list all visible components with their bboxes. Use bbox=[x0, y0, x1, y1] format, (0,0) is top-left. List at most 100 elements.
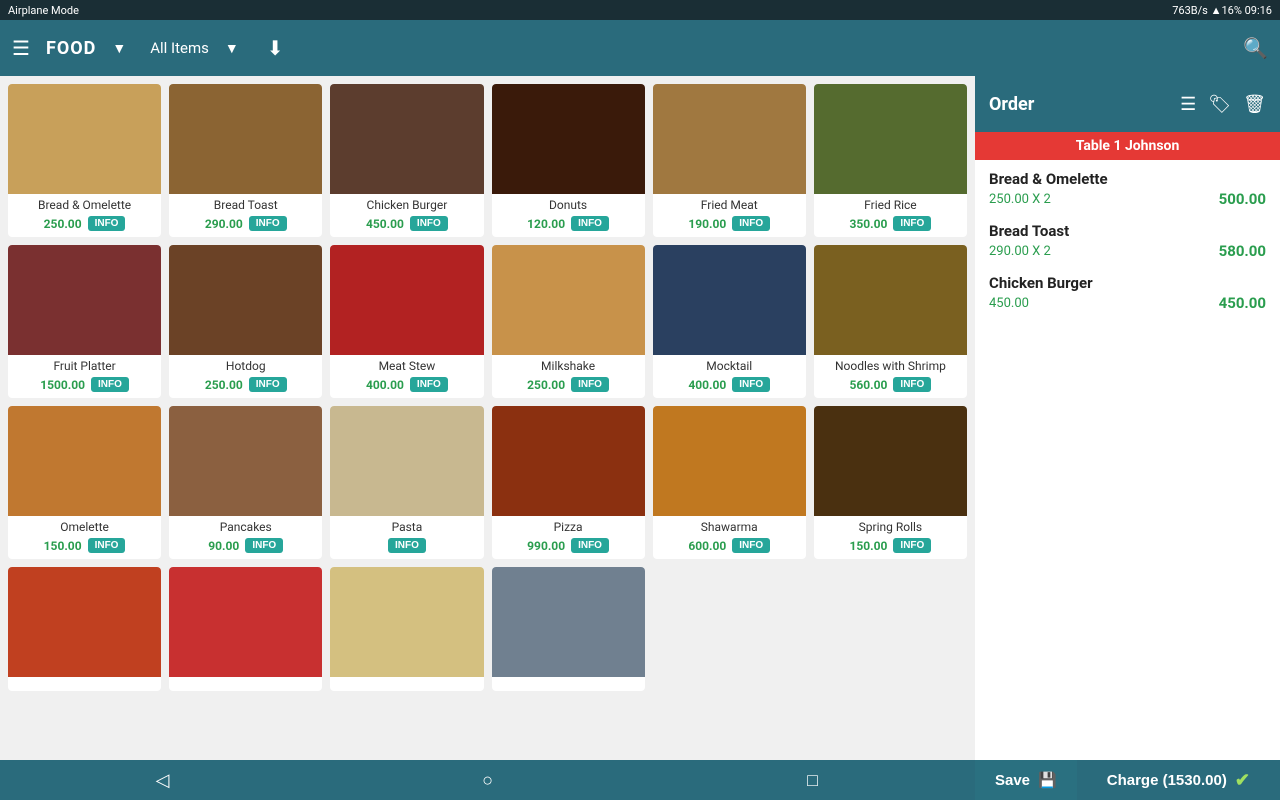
bottom-nav: ◁ ○ □ bbox=[0, 760, 975, 800]
food-name-fruit-platter: Fruit Platter bbox=[14, 359, 155, 373]
food-card-pizza[interactable]: Pizza 990.00 INFO bbox=[492, 406, 645, 559]
food-name-pizza: Pizza bbox=[498, 520, 639, 534]
info-button-milkshake[interactable]: INFO bbox=[571, 377, 609, 392]
info-button-bread-omelette[interactable]: INFO bbox=[88, 216, 126, 231]
food-name-mocktail: Mocktail bbox=[659, 359, 800, 373]
food-card-meat-stew[interactable]: Meat Stew400.00INFO bbox=[330, 245, 483, 398]
order-panel: Order ☰ 🏷 🗑 Table 1 Johnson Bread & Omel… bbox=[975, 76, 1280, 760]
food-price-omelette: 150.00 bbox=[44, 539, 82, 553]
food-card-extra-4[interactable] bbox=[492, 567, 645, 691]
info-button-pancakes[interactable]: INFO bbox=[245, 538, 283, 553]
food-card-shawarma[interactable]: Shawarma600.00INFO bbox=[653, 406, 806, 559]
order-item-name-2: Chicken Burger bbox=[989, 274, 1266, 292]
food-title: FOOD bbox=[46, 38, 96, 59]
info-button-fried-rice[interactable]: INFO bbox=[893, 216, 931, 231]
food-panel: Bread & Omelette250.00INFOBread Toast290… bbox=[0, 76, 975, 760]
info-button-bread-toast[interactable]: INFO bbox=[249, 216, 287, 231]
food-name-milkshake: Milkshake bbox=[498, 359, 639, 373]
food-card-chicken-burger[interactable]: Chicken Burger450.00INFO bbox=[330, 84, 483, 237]
order-item-0: Bread & Omelette250.00 X 2500.00 bbox=[989, 170, 1266, 208]
food-name-chicken-burger: Chicken Burger bbox=[336, 198, 477, 212]
tag-icon[interactable]: 🏷 bbox=[1208, 94, 1231, 115]
order-item-name-1: Bread Toast bbox=[989, 222, 1266, 240]
food-card-bread-omelette[interactable]: Bread & Omelette250.00INFO bbox=[8, 84, 161, 237]
info-button-mocktail[interactable]: INFO bbox=[732, 377, 770, 392]
food-name-noodles-shrimp: Noodles with Shrimp bbox=[820, 359, 961, 373]
info-button-meat-stew[interactable]: INFO bbox=[410, 377, 448, 392]
info-button-pizza[interactable]: INFO bbox=[571, 538, 609, 553]
food-dropdown-icon[interactable]: ▼ bbox=[112, 40, 126, 57]
food-card-pancakes[interactable]: Pancakes 90.00 INFO bbox=[169, 406, 322, 559]
food-name-donuts: Donuts bbox=[498, 198, 639, 212]
info-button-omelette[interactable]: INFO bbox=[88, 538, 126, 553]
status-right: 763B/s ▲16% 09:16 bbox=[1172, 4, 1272, 17]
food-card-hotdog[interactable]: Hotdog250.00INFO bbox=[169, 245, 322, 398]
food-card-bread-toast[interactable]: Bread Toast290.00INFO bbox=[169, 84, 322, 237]
filter-icon[interactable]: ☰ bbox=[1180, 94, 1196, 115]
food-card-milkshake[interactable]: Milkshake 250.00 INFO bbox=[492, 245, 645, 398]
home-icon[interactable]: ○ bbox=[325, 770, 650, 791]
category-label: All Items bbox=[150, 39, 209, 57]
food-card-noodles-shrimp[interactable]: Noodles with Shrimp560.00INFO bbox=[814, 245, 967, 398]
order-header-icons: ☰ 🏷 🗑 bbox=[1180, 94, 1266, 115]
info-button-fruit-platter[interactable]: INFO bbox=[91, 377, 129, 392]
food-card-fried-meat[interactable]: Fried Meat190.00INFO bbox=[653, 84, 806, 237]
food-name-fried-meat: Fried Meat bbox=[659, 198, 800, 212]
food-price-mocktail: 400.00 bbox=[688, 378, 726, 392]
back-icon[interactable]: ◁ bbox=[0, 770, 325, 791]
info-button-shawarma[interactable]: INFO bbox=[732, 538, 770, 553]
food-name-shawarma: Shawarma bbox=[659, 520, 800, 534]
info-button-spring-rolls[interactable]: INFO bbox=[893, 538, 931, 553]
food-name-pancakes: Pancakes bbox=[175, 520, 316, 534]
info-button-noodles-shrimp[interactable]: INFO bbox=[893, 377, 931, 392]
trash-icon[interactable]: 🗑 bbox=[1243, 94, 1266, 115]
food-card-pasta[interactable]: Pasta INFO bbox=[330, 406, 483, 559]
order-item-2: Chicken Burger450.00450.00 bbox=[989, 274, 1266, 312]
food-price-spring-rolls: 150.00 bbox=[850, 539, 888, 553]
food-price-hotdog: 250.00 bbox=[205, 378, 243, 392]
food-name-fried-rice: Fried Rice bbox=[820, 198, 961, 212]
food-name-bread-omelette: Bread & Omelette bbox=[14, 198, 155, 212]
order-item-sub-1: 290.00 X 2 bbox=[989, 244, 1051, 259]
food-name-meat-stew: Meat Stew bbox=[336, 359, 477, 373]
info-button-hotdog[interactable]: INFO bbox=[249, 377, 287, 392]
order-item-total-2: 450.00 bbox=[1219, 294, 1266, 312]
food-card-spring-rolls[interactable]: Spring Rolls150.00INFO bbox=[814, 406, 967, 559]
airplane-mode-text: Airplane Mode bbox=[8, 4, 79, 17]
table-badge: Table 1 Johnson bbox=[975, 132, 1280, 160]
food-price-pizza: 990.00 bbox=[527, 539, 565, 553]
food-price-pancakes: 90.00 bbox=[208, 539, 239, 553]
order-item-total-0: 500.00 bbox=[1219, 190, 1266, 208]
food-name-omelette: Omelette bbox=[14, 520, 155, 534]
food-price-milkshake: 250.00 bbox=[527, 378, 565, 392]
status-bar: Airplane Mode 763B/s ▲16% 09:16 bbox=[0, 0, 1280, 20]
food-name-pasta: Pasta bbox=[336, 520, 477, 534]
order-item-total-1: 580.00 bbox=[1219, 242, 1266, 260]
save-button[interactable]: Save 💾 bbox=[975, 760, 1077, 800]
food-card-omelette[interactable]: Omelette 150.00 INFO bbox=[8, 406, 161, 559]
square-icon[interactable]: □ bbox=[650, 770, 975, 791]
food-card-mocktail[interactable]: Mocktail 400.00 INFO bbox=[653, 245, 806, 398]
order-items-list: Bread & Omelette250.00 X 2500.00Bread To… bbox=[975, 160, 1280, 760]
order-header: Order ☰ 🏷 🗑 bbox=[975, 76, 1280, 132]
food-name-bread-toast: Bread Toast bbox=[175, 198, 316, 212]
charge-check-icon: ✔ bbox=[1235, 770, 1250, 791]
category-dropdown-icon[interactable]: ▼ bbox=[225, 40, 239, 57]
food-card-extra-1[interactable] bbox=[8, 567, 161, 691]
inbox-icon[interactable]: ⬇ bbox=[267, 36, 284, 60]
info-button-fried-meat[interactable]: INFO bbox=[732, 216, 770, 231]
save-label: Save bbox=[995, 772, 1030, 789]
top-nav: ☰ FOOD ▼ All Items ▼ ⬇ 🔍 bbox=[0, 20, 1280, 76]
order-item-sub-0: 250.00 X 2 bbox=[989, 192, 1051, 207]
search-icon[interactable]: 🔍 bbox=[1243, 36, 1268, 60]
food-card-fried-rice[interactable]: Fried Rice350.00INFO bbox=[814, 84, 967, 237]
info-button-pasta[interactable]: INFO bbox=[388, 538, 426, 553]
food-card-extra-3[interactable] bbox=[330, 567, 483, 691]
charge-button[interactable]: Charge (1530.00) ✔ bbox=[1077, 760, 1280, 800]
info-button-donuts[interactable]: INFO bbox=[571, 216, 609, 231]
food-card-fruit-platter[interactable]: Fruit Platter1500.00INFO bbox=[8, 245, 161, 398]
menu-icon[interactable]: ☰ bbox=[12, 36, 30, 60]
info-button-chicken-burger[interactable]: INFO bbox=[410, 216, 448, 231]
food-card-donuts[interactable]: Donuts120.00INFO bbox=[492, 84, 645, 237]
food-card-extra-2[interactable] bbox=[169, 567, 322, 691]
